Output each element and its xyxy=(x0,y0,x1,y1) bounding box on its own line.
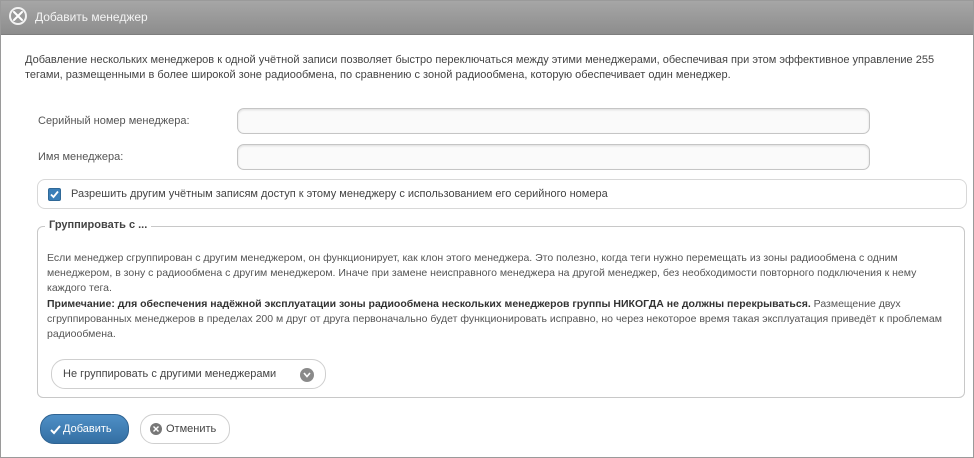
group-select[interactable]: Не группировать с другими менеджерами xyxy=(51,359,326,389)
intro-text: Добавление нескольких менеджеров к одной… xyxy=(25,54,935,81)
add-button[interactable]: Добавить xyxy=(40,414,129,444)
serial-number-input[interactable] xyxy=(237,108,870,134)
group-legend: Группировать с ... xyxy=(45,219,152,231)
permission-row: Разрешить другим учётным записям доступ … xyxy=(37,179,967,209)
dialog-titlebar: Добавить менеджер xyxy=(1,1,973,35)
cancel-button[interactable]: Отменить xyxy=(140,414,230,444)
group-note: Примечание: для обеспечения надёжной экс… xyxy=(47,297,957,342)
group-description: Если менеджер сгруппирован с другим мене… xyxy=(47,252,917,294)
manager-name-label: Имя менеджера: xyxy=(38,151,124,163)
add-manager-dialog: Добавить менеджер Добавление нескольких … xyxy=(0,0,974,458)
add-button-label: Добавить xyxy=(63,423,112,435)
cancel-icon xyxy=(150,423,162,435)
checkbox-check-icon xyxy=(50,190,59,199)
group-note-bold: Примечание: для обеспечения надёжной экс… xyxy=(47,298,811,310)
close-icon[interactable] xyxy=(9,7,27,25)
serial-number-label: Серийный номер менеджера: xyxy=(38,115,190,127)
manager-name-input[interactable] xyxy=(237,144,870,170)
chevron-down-icon xyxy=(300,368,314,382)
check-icon xyxy=(50,425,61,435)
group-select-value: Не группировать с другими менеджерами xyxy=(63,368,277,380)
cancel-button-label: Отменить xyxy=(166,423,217,435)
dialog-title: Добавить менеджер xyxy=(35,10,148,24)
permission-checkbox[interactable] xyxy=(48,188,61,201)
permission-label[interactable]: Разрешить другим учётным записям доступ … xyxy=(71,188,608,200)
